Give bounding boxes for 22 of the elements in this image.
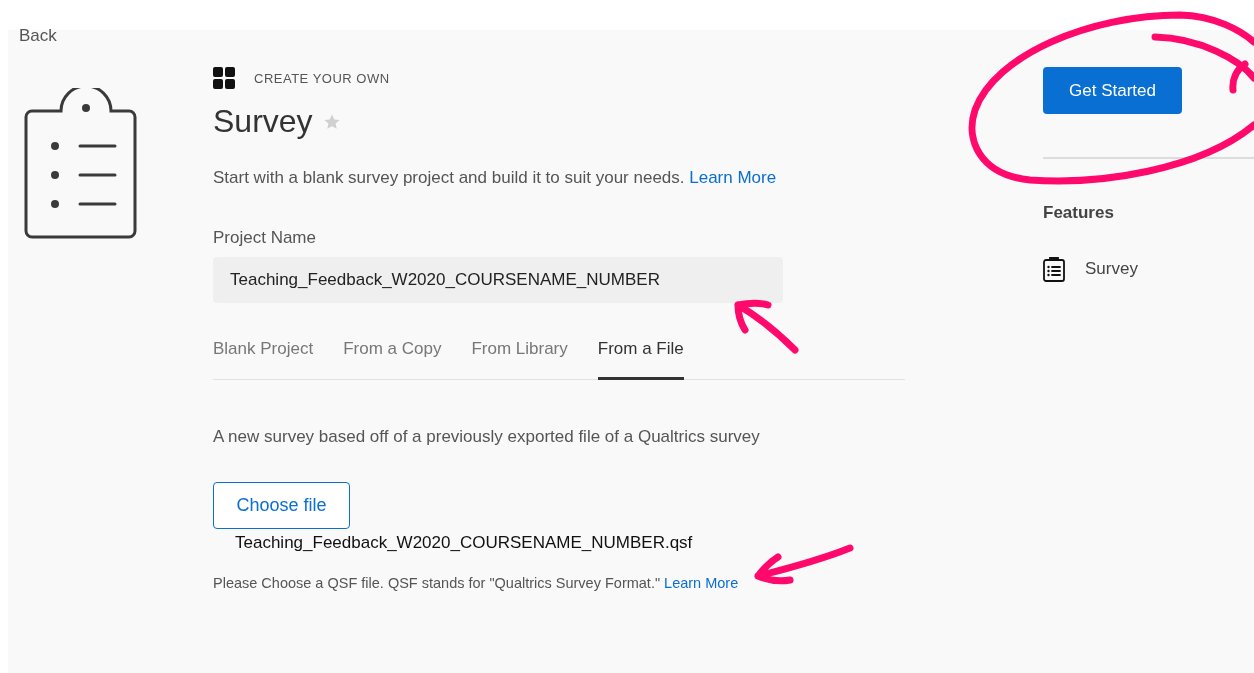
file-name: Teaching_Feedback_W2020_COURSENAME_NUMBER.qsf	[235, 533, 693, 553]
tab[interactable]: From a File	[597, 339, 684, 380]
help-text: Please Choose a QSF file. QSF stands for "Qualtrics Survey Format." Learn More	[213, 575, 739, 591]
choose-file-button[interactable]: Choose file	[213, 482, 350, 529]
tab[interactable]: Blank Project	[213, 339, 314, 380]
features-heading: Features	[1043, 203, 1115, 223]
back-link[interactable]: Back	[19, 26, 57, 46]
tab[interactable]: From Library	[471, 339, 568, 380]
tab[interactable]: From a Copy	[343, 339, 442, 380]
feature-label: Survey	[1085, 259, 1138, 279]
category-label: CREATE YOUR OWN	[254, 70, 390, 86]
field-label: Project Name	[213, 228, 316, 248]
page-title: Survey	[213, 103, 313, 140]
project-name-field[interactable]: Teaching_Feedback_W2020_COURSENAME_NUMBER	[213, 257, 783, 303]
grid-logo-icon	[213, 67, 235, 89]
learn-more-link[interactable]: Learn More	[689, 168, 777, 187]
get-started-button[interactable]: Get Started	[1043, 67, 1182, 114]
clipboard-list-icon	[1043, 256, 1065, 282]
learn-more-link[interactable]: Learn More	[664, 575, 739, 591]
description-text: Start with a blank survey project and build it to suit your needs. Learn More	[213, 168, 777, 188]
section-description: A new survey based off of a previously exported file of a Qualtrics survey	[213, 427, 760, 447]
annotation-arrow	[734, 299, 799, 354]
